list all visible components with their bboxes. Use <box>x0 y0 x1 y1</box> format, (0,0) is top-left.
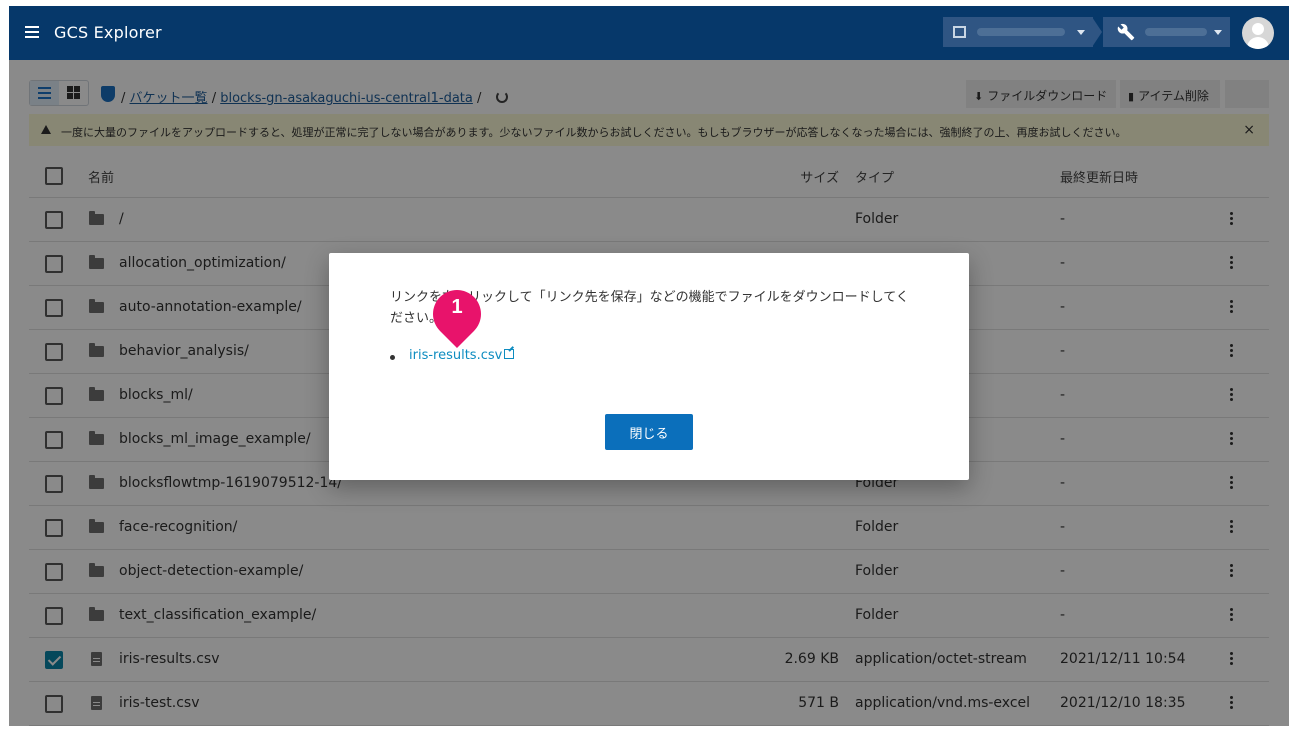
user-avatar[interactable] <box>1242 17 1274 49</box>
hamburger-menu-icon[interactable] <box>25 26 39 38</box>
chevron-down-icon <box>1077 30 1085 35</box>
annotation-marker-number: 1 <box>451 296 463 318</box>
download-link-label: iris-results.csv <box>409 348 503 363</box>
external-link-icon <box>504 349 515 359</box>
organization-selector[interactable] <box>943 17 1093 47</box>
wrench-icon <box>1117 23 1135 41</box>
project-selector[interactable] <box>1103 17 1230 47</box>
list-bullet <box>390 355 395 360</box>
project-name-redacted <box>1145 28 1207 36</box>
building-icon <box>953 26 966 38</box>
organization-name-redacted <box>977 28 1065 36</box>
download-link[interactable]: iris-results.csv <box>409 348 515 363</box>
app-bar: GCS Explorer <box>9 6 1289 60</box>
selector-separator <box>1092 17 1102 47</box>
download-link-dialog: リンクを右クリックして「リンク先を保存」などの機能でファイルをダウンロードしてく… <box>329 253 969 480</box>
app-title: GCS Explorer <box>54 23 162 42</box>
app-window: GCS Explorer / バケット一覧 / blocks-gn-asakag… <box>9 6 1289 726</box>
close-button[interactable]: 閉じる <box>605 414 693 450</box>
chevron-down-icon <box>1214 30 1222 35</box>
